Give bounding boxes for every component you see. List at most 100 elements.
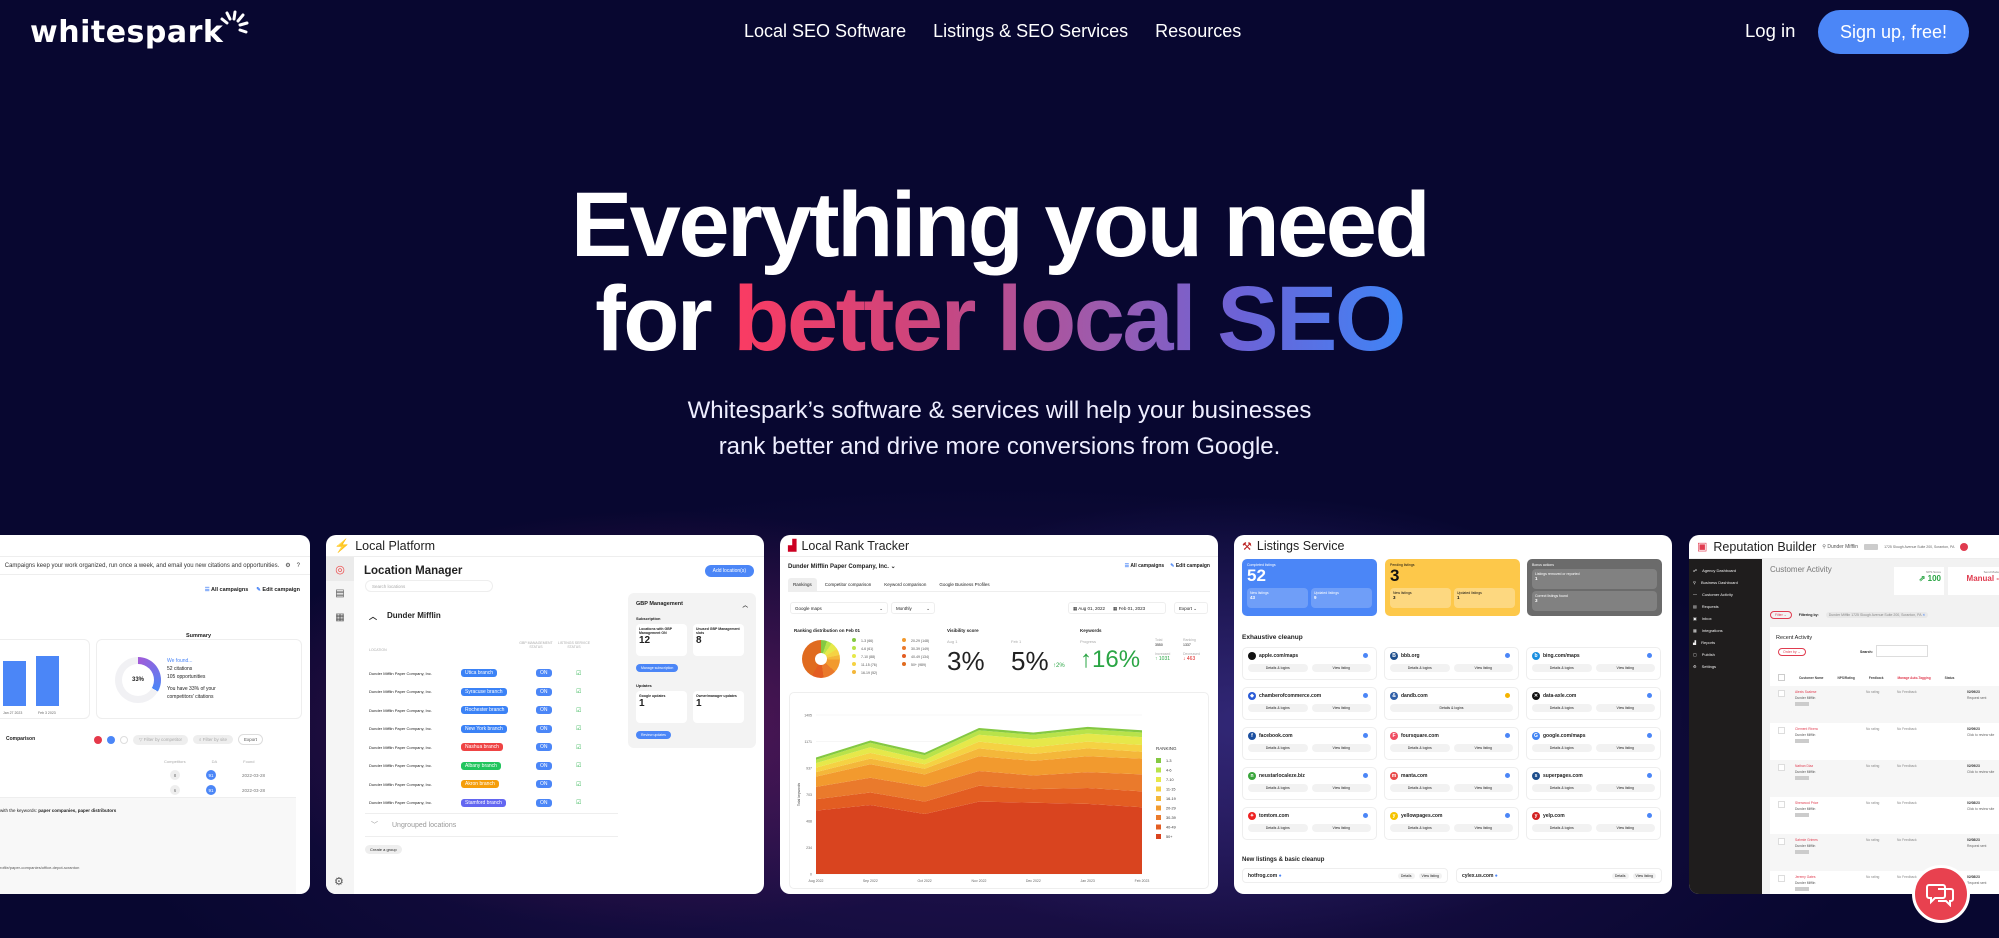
search-locations-input[interactable]: Search locations [365, 580, 493, 592]
details-logins-button[interactable]: Details & logins [1532, 704, 1592, 712]
listing-site-card[interactable]: & dandb.com Details & logins [1384, 687, 1519, 720]
listing-site-card[interactable]: Ffoursquare.com Details & logins View list… [1384, 727, 1519, 760]
store-icon[interactable]: ▦ [326, 605, 354, 629]
all-campaigns-link[interactable]: ☰ All campaigns [1125, 563, 1165, 569]
sidebar-item[interactable]: ☍ Agency Dashboard [1693, 565, 1758, 577]
chat-launcher-button[interactable] [1912, 865, 1970, 923]
tab-rankings[interactable]: Rankings [788, 578, 817, 591]
view-listing-button[interactable]: View listing [1595, 704, 1655, 712]
details-logins-button[interactable]: Details & logins [1248, 704, 1308, 712]
view-listing-button[interactable]: View listing [1453, 824, 1513, 832]
row-checkbox[interactable] [1778, 875, 1785, 882]
activity-row[interactable]: Sahmie Grimes Dunder Mifflin No rating No F… [1770, 834, 1999, 871]
details-logins-button[interactable]: Details & logins [1532, 744, 1592, 752]
location-row[interactable]: Dunder Mifflin Paper Company, Inc. New Yo… [369, 720, 609, 739]
red-dot[interactable] [94, 735, 102, 744]
create-group-button[interactable]: Create a group [365, 845, 402, 854]
location-row[interactable]: Dunder Mifflin Paper Company, Inc. Utica … [369, 664, 609, 683]
listing-site-card[interactable]: y yellowpages.com Details & logins View lis… [1384, 807, 1519, 840]
view-listing-button[interactable]: View listing [1311, 744, 1371, 752]
citation-url[interactable]: rofile/paper-companies/office-depot-scra… [0, 865, 79, 870]
col-header[interactable]: Status [1945, 676, 1955, 680]
details-logins-button[interactable]: Details & logins [1390, 824, 1450, 832]
col-header[interactable]: NPS/Rating [1837, 676, 1854, 680]
filter-chip[interactable]: Dunder Mifflin 1725 Slough Avenue Suite … [1825, 612, 1929, 618]
export-button[interactable]: Export ⌄ [1174, 602, 1208, 614]
add-location-button[interactable]: Add location(s) [704, 565, 754, 577]
period-select[interactable]: Monthly ⌄ [891, 602, 935, 614]
gbp-status-on[interactable]: ON [536, 669, 552, 678]
reputation-builder-card[interactable]: ▣ Reputation Builder ⚲ Dunder Mifflin 17… [1689, 535, 1999, 894]
gbp-status-on[interactable]: ON [536, 761, 552, 770]
gbp-status-on[interactable]: ON [536, 798, 552, 807]
group-header[interactable]: ︿ Dunder Mifflin [369, 611, 441, 622]
review-updates-button[interactable]: Review updates [636, 731, 671, 739]
row-checkbox[interactable] [1778, 764, 1785, 771]
listing-site-card[interactable]: ◆ chamberofcommerce.com Details & logins Vi… [1242, 687, 1377, 720]
list-icon[interactable]: ▤ [326, 581, 354, 605]
details-button[interactable]: Details [1611, 872, 1629, 879]
location-pin-icon[interactable]: ◎ [326, 557, 354, 581]
sidebar-item[interactable]: ▟ Reports [1693, 637, 1758, 649]
table-row[interactable]: 8 91 2022-03-28 [170, 770, 265, 780]
details-logins-button[interactable]: Details & logins [1390, 664, 1450, 672]
view-listing-button[interactable]: View listing [1632, 872, 1656, 879]
signup-button[interactable]: Sign up, free! [1818, 10, 1969, 54]
customer-name[interactable]: Nathan Diaz [1795, 764, 1813, 768]
gbp-status-on[interactable]: ON [536, 743, 552, 752]
listing-site-card[interactable]: b bing.com/maps Details & logins View listi… [1526, 647, 1661, 680]
manage-subscription-button[interactable]: Manage subscription [636, 664, 679, 672]
view-listing-button[interactable]: View listing [1595, 664, 1655, 672]
sidebar-item[interactable]: ▦ Integrations [1693, 625, 1758, 637]
empty-dot[interactable] [120, 735, 128, 744]
listing-site-card[interactable]: ✦ tomtom.com Details & logins View listing [1242, 807, 1377, 840]
details-logins-button[interactable]: Details & logins [1532, 824, 1592, 832]
view-listing-button[interactable]: View listing [1311, 824, 1371, 832]
filter-site-input[interactable]: ⌕ Filter by site [192, 735, 234, 744]
listing-site-card[interactable]: f facebook.com Details & logins View listin… [1242, 727, 1377, 760]
details-logins-button[interactable]: Details & logins [1532, 664, 1592, 672]
whitespark-logo[interactable]: whitespark [30, 10, 249, 48]
details-button[interactable]: Details [1397, 872, 1415, 879]
details-logins-button[interactable]: Details & logins [1248, 744, 1308, 752]
tab-competitor-comparison[interactable]: Competitor comparison [820, 578, 877, 591]
location-row[interactable]: Dunder Mifflin Paper Company, Inc. Stamfo… [369, 794, 609, 813]
settings-gear-icon[interactable]: ⚙ [334, 875, 344, 888]
listing-site-card[interactable]: ✕ data-axle.com Details & logins View listi… [1526, 687, 1661, 720]
sidebar-item[interactable]: ▤ Requests [1693, 601, 1758, 613]
comparison-tab[interactable]: Comparison [6, 736, 35, 742]
login-link[interactable]: Log in [1745, 20, 1795, 42]
menu-listings-seo-services[interactable]: Listings & SEO Services [933, 21, 1128, 42]
listing-site-card[interactable]: n neustarlocaleze.biz Details & logins View… [1242, 767, 1377, 800]
activity-row[interactable]: Clement Rivera Dunder Mifflin No rating No … [1770, 723, 1999, 760]
row-checkbox[interactable] [1778, 690, 1785, 697]
settings-icon[interactable]: ⚙ [285, 562, 290, 569]
customer-name[interactable]: Clement Rivera [1795, 727, 1818, 731]
gbp-status-on[interactable]: ON [536, 780, 552, 789]
customer-name[interactable]: Sahmie Grimes [1795, 838, 1818, 842]
filter-button[interactable]: Filter ⌄ [1770, 611, 1792, 619]
customer-name[interactable]: Jeremy Gates [1795, 875, 1816, 879]
all-campaigns-link[interactable]: ☰ All campaigns [205, 587, 249, 593]
customer-name[interactable]: Sherwood Price [1795, 801, 1818, 805]
activity-row[interactable]: Sherwood Price Dunder Mifflin No rating No … [1770, 797, 1999, 834]
ungrouped-locations[interactable]: ﹀ Ungrouped locations [365, 813, 618, 837]
activity-row[interactable]: Alexis Scalese Dunder Mifflin No rating No … [1770, 686, 1999, 723]
view-listing-button[interactable]: View listing [1311, 704, 1371, 712]
view-listing-button[interactable]: View listing [1453, 784, 1513, 792]
location-row[interactable]: Dunder Mifflin Paper Company, Inc. Akron … [369, 775, 609, 794]
citation-finder-card[interactable]: Campaigns keep your work organized, run … [0, 535, 310, 894]
listing-site-card[interactable]: Ggoogle.com/maps Details & logins View lis… [1526, 727, 1661, 760]
basic-listing-row[interactable]: cylex.us.com ● Details View listing [1456, 868, 1662, 883]
menu-local-seo-software[interactable]: Local SEO Software [744, 21, 906, 42]
view-listing-button[interactable]: View listing [1595, 824, 1655, 832]
tab-google-business-profiles[interactable]: Google Business Profiles [934, 578, 994, 591]
view-listing-button[interactable]: View listing [1595, 784, 1655, 792]
view-listing-button[interactable]: View listing [1418, 872, 1442, 879]
table-row[interactable]: 6 91 2022-03-28 [170, 785, 265, 795]
business-selector[interactable]: ⚲ Dunder Mifflin [1822, 544, 1858, 550]
row-checkbox[interactable] [1778, 727, 1785, 734]
location-row[interactable]: Dunder Mifflin Paper Company, Inc. Syracu… [369, 683, 609, 702]
local-platform-card[interactable]: ⚡ Local Platform ◎ ▤ ▦ ⚙ Location Manager… [326, 535, 764, 894]
blue-dot[interactable] [107, 735, 115, 744]
